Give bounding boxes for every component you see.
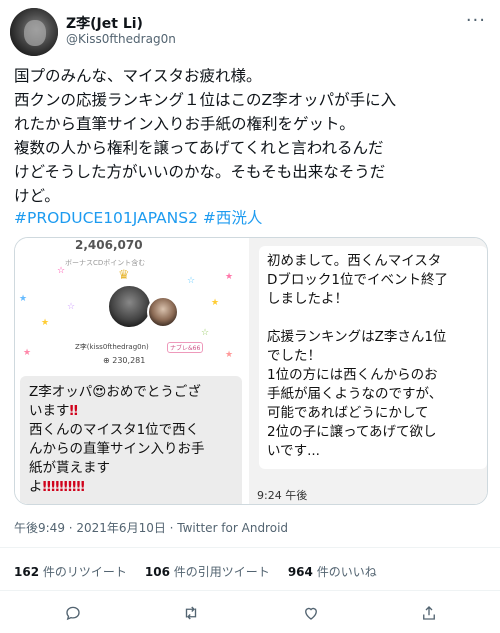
tweet-stats: 162 件のリツイート 106 件の引用ツイート 964 件のいいね — [14, 563, 377, 580]
star-icon: ★ — [19, 294, 28, 304]
chat-left-text-1: Z李オッパ — [29, 384, 93, 400]
divider — [0, 590, 500, 591]
hashtag-nishi[interactable]: #西洸人 — [203, 209, 263, 227]
retweets-label: 件のリツイート — [42, 565, 127, 579]
chat-time: 9:24 午後 — [257, 489, 308, 502]
star-icon: ☆ — [201, 328, 210, 338]
profile-badge: ナブレ&66 — [167, 342, 204, 353]
star-icon: ☆ — [57, 266, 66, 276]
user-handle[interactable]: @Kiss0fthedrag0n — [66, 32, 176, 46]
likes-stat[interactable]: 964 件のいいね — [288, 563, 377, 580]
hashtags: #PRODUCE101JAPANS2 #西洸人 — [14, 207, 262, 229]
retweets-count: 162 — [14, 565, 40, 579]
retweet-icon[interactable] — [176, 598, 206, 628]
heart-eyes-emoji: 😍 — [92, 384, 107, 400]
reply-icon[interactable] — [58, 598, 88, 628]
star-icon: ★ — [41, 318, 50, 328]
star-icon: ★ — [225, 350, 234, 360]
likes-count: 964 — [287, 565, 313, 579]
share-icon[interactable] — [414, 598, 444, 628]
media-right-image[interactable]: 初めまして。西くんマイスタ Dブロック1位でイベント終了 しましたよ！ 応援ラン… — [247, 238, 487, 504]
idol-avatar — [147, 296, 179, 328]
tweet-text: 国プのみんな、マイスタお疲れ様。 西クンの応援ランキング１位はこのZ李オッパが手… — [14, 67, 397, 205]
quotes-count: 106 — [144, 565, 170, 579]
repeated-exclamations: ‼‼‼‼‼ — [42, 479, 85, 495]
profile-points: ⊕ 230,281 — [103, 356, 146, 365]
profile-name: Z李(kiss0fthedrag0n) — [75, 343, 149, 351]
star-icon: ☆ — [187, 276, 196, 286]
profile-avatar — [107, 284, 152, 329]
hashtag-produce101[interactable]: #PRODUCE101JAPANS2 — [14, 209, 198, 227]
quotes-stat[interactable]: 106 件の引用ツイート — [145, 563, 270, 580]
likes-label: 件のいいね — [316, 565, 377, 579]
points-value: 230,281 — [112, 356, 146, 365]
star-icon: ★ — [211, 298, 220, 308]
star-icon: ☆ — [67, 302, 76, 312]
points-total: 2,406,070 — [75, 238, 143, 252]
chat-bubble-right: 初めまして。西くんマイスタ Dブロック1位でイベント終了 しましたよ！ 応援ラン… — [259, 246, 487, 469]
avatar-face — [24, 20, 46, 46]
star-icon: ★ — [225, 272, 234, 282]
crown-icon: ♛ — [118, 268, 130, 283]
more-icon[interactable]: ··· — [466, 10, 486, 31]
chat-bubble-left: Z李オッパ😍おめでとうござ います‼ 西くんのマイスタ1位で西く んからの直筆サ… — [20, 376, 242, 504]
retweets-stat[interactable]: 162 件のリツイート — [14, 563, 127, 580]
divider — [0, 547, 500, 548]
action-bar — [0, 598, 500, 628]
tweet-timestamp[interactable]: 午後9:49 · 2021年6月10日 · Twitter for Androi… — [14, 519, 288, 536]
quotes-label: 件の引用ツイート — [173, 565, 270, 579]
double-exclamation: ‼ — [69, 403, 78, 419]
star-icon: ★ — [23, 348, 32, 358]
points-subtitle: ボーナスCDポイント含む — [65, 259, 146, 267]
like-icon[interactable] — [296, 598, 326, 628]
display-name[interactable]: Z李(Jet Li) — [66, 13, 143, 33]
tweet-media[interactable]: 2,406,070 ボーナスCDポイント含む ♛ ☆ ★ ★ ☆ ★ ☆ ★ ★… — [14, 237, 488, 505]
avatar[interactable] — [10, 8, 58, 56]
media-left-image[interactable]: 2,406,070 ボーナスCDポイント含む ♛ ☆ ★ ★ ☆ ★ ☆ ★ ★… — [15, 238, 244, 504]
